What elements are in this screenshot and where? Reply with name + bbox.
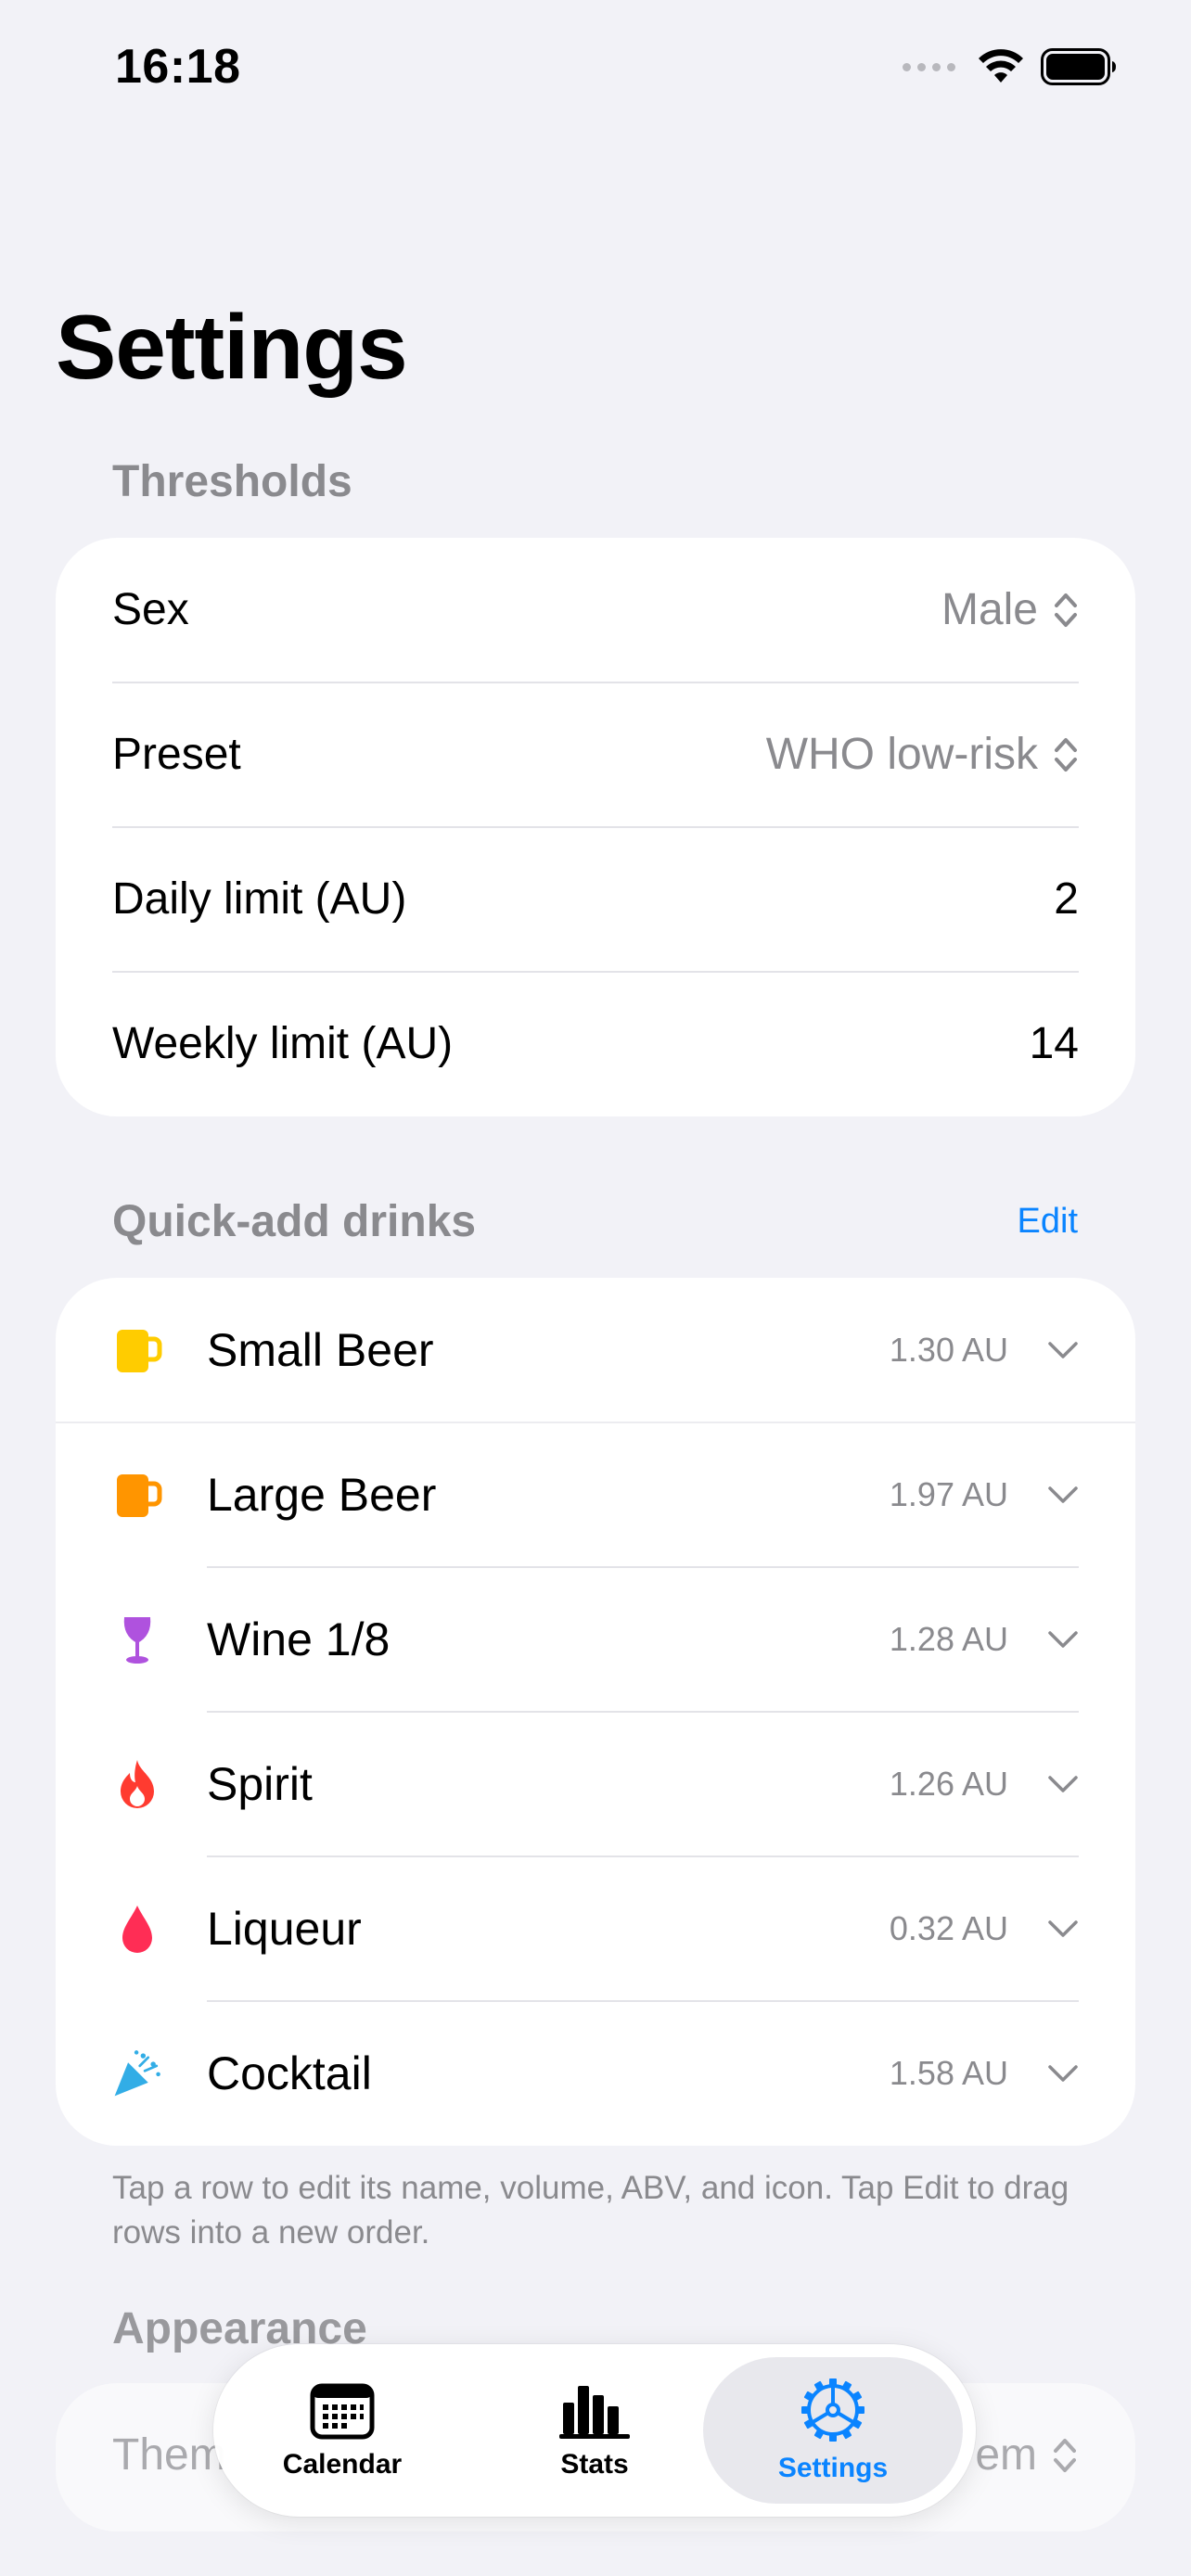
drink-row-wine[interactable]: Wine 1/8 1.28 AU [56, 1567, 1135, 1712]
theme-picker[interactable]: em [975, 2429, 1078, 2480]
section-header-quick-add: Quick-add drinks [112, 1197, 477, 1246]
chevron-down-icon[interactable] [1046, 1767, 1080, 1801]
mug-icon [111, 1324, 163, 1376]
drink-au: 1.30 AU [889, 1331, 1008, 1369]
theme-label: Them [112, 2430, 226, 2480]
tab-bar: Calendar Stats Settings [213, 2344, 976, 2517]
chevron-up-down-icon [1055, 593, 1077, 627]
chevron-down-icon[interactable] [1046, 1333, 1080, 1367]
drink-au: 1.28 AU [889, 1620, 1008, 1658]
drink-name: Spirit [207, 1758, 313, 1810]
tab-label: Calendar [282, 2449, 403, 2480]
page-title: Settings [56, 296, 408, 398]
drink-name: Wine 1/8 [207, 1613, 391, 1665]
sex-label: Sex [112, 585, 189, 634]
drink-name: Liqueur [207, 1903, 362, 1955]
drink-name: Small Beer [207, 1324, 434, 1376]
tab-calendar[interactable]: Calendar [226, 2344, 458, 2517]
wineglass-icon [111, 1613, 163, 1665]
chevron-up-down-icon [1054, 2438, 1076, 2472]
drink-name: Cocktail [207, 2047, 372, 2099]
tab-stats[interactable]: Stats [479, 2344, 711, 2517]
drink-au: 1.97 AU [889, 1475, 1008, 1513]
chevron-down-icon[interactable] [1046, 1478, 1080, 1511]
drink-au: 1.58 AU [889, 2054, 1008, 2092]
tab-settings[interactable]: Settings [703, 2357, 963, 2504]
tab-label: Settings [777, 2453, 889, 2483]
theme-value: em [975, 2430, 1037, 2480]
chevron-up-down-icon [1055, 738, 1077, 772]
chevron-down-icon[interactable] [1046, 1912, 1080, 1945]
weekly-limit-label: Weekly limit (AU) [112, 1019, 454, 1068]
daily-limit-row[interactable]: Daily limit (AU) 2 [56, 827, 1135, 972]
chart-bar-icon [559, 2386, 630, 2439]
flame-icon [111, 1758, 163, 1810]
preset-label: Preset [112, 730, 241, 779]
daily-limit-value[interactable]: 2 [1054, 827, 1079, 972]
calendar-icon [310, 2383, 375, 2440]
status-indicators [903, 45, 1117, 89]
preset-row[interactable]: Preset WHO low-risk [56, 682, 1135, 827]
quick-add-card: Small Beer 1.30 AU Large Beer 1.97 AU Wi… [56, 1278, 1135, 2146]
tab-label: Stats [560, 2449, 629, 2480]
drink-au: 1.26 AU [889, 1765, 1008, 1803]
sex-picker[interactable]: Male [941, 538, 1079, 682]
thresholds-card: Sex Male Preset WHO low-risk Daily limit… [56, 538, 1135, 1116]
drop-icon [111, 1903, 163, 1955]
drink-row-cocktail[interactable]: Cocktail 1.58 AU [56, 2001, 1135, 2146]
drink-row-large-beer[interactable]: Large Beer 1.97 AU [56, 1422, 1135, 1567]
drink-row-small-beer[interactable]: Small Beer 1.30 AU [56, 1278, 1135, 1422]
quick-add-footnote: Tap a row to edit its name, volume, ABV,… [112, 2170, 1069, 2251]
preset-value: WHO low-risk [765, 730, 1038, 779]
status-time: 16:18 [115, 40, 241, 94]
chevron-down-icon[interactable] [1046, 2057, 1080, 2090]
drink-row-liqueur[interactable]: Liqueur 0.32 AU [56, 1856, 1135, 2001]
drink-name: Large Beer [207, 1469, 437, 1521]
party-popper-icon [111, 2047, 163, 2099]
edit-button[interactable]: Edit [1018, 1202, 1078, 1242]
chevron-down-icon[interactable] [1046, 1623, 1080, 1656]
preset-picker[interactable]: WHO low-risk [766, 682, 1079, 827]
cellular-signal-icon [903, 62, 955, 71]
wifi-icon [979, 49, 1023, 83]
gear-icon [801, 2378, 864, 2442]
weekly-limit-row[interactable]: Weekly limit (AU) 14 [56, 972, 1135, 1116]
battery-icon [1041, 48, 1116, 85]
drink-row-spirit[interactable]: Spirit 1.26 AU [56, 1712, 1135, 1856]
weekly-limit-value[interactable]: 14 [1030, 972, 1079, 1116]
daily-limit-label: Daily limit (AU) [112, 874, 407, 924]
mug-icon [111, 1469, 163, 1521]
drink-au: 0.32 AU [889, 1909, 1008, 1947]
sex-value: Male [941, 585, 1038, 634]
section-header-thresholds: Thresholds [112, 457, 352, 506]
sex-row[interactable]: Sex Male [56, 538, 1135, 682]
